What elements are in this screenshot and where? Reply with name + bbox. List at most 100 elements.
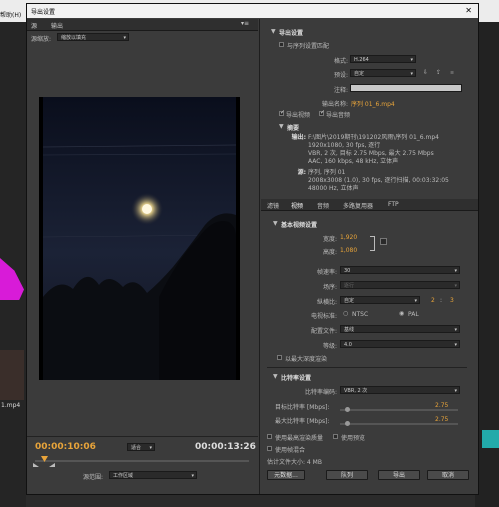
width-value[interactable]: 1,920: [340, 234, 357, 241]
height-value[interactable]: 1,080: [340, 247, 357, 254]
max-bitrate-handle[interactable]: [345, 421, 350, 426]
help-menu[interactable]: 帮助(H): [0, 10, 21, 19]
basic-video-collapse-icon[interactable]: ▼: [273, 220, 278, 227]
section-divider: [267, 367, 467, 368]
pal-radio[interactable]: ◉: [399, 310, 404, 317]
max-bitrate-slider[interactable]: [340, 423, 458, 425]
save-preset-icon[interactable]: ⇩: [423, 69, 428, 76]
tab-output[interactable]: 输出: [51, 21, 63, 30]
max-depth-label: 以最大深度渲染: [285, 356, 328, 363]
in-point-icon[interactable]: [33, 463, 39, 467]
export-video-label: 导出视频: [286, 112, 311, 119]
bitrate-encoding-value: VBR, 2 次: [344, 388, 368, 394]
current-timecode[interactable]: 00:00:10:06: [35, 442, 96, 452]
chevron-down-icon: ▾: [454, 327, 457, 333]
panel-menu-icon[interactable]: ▾≡: [241, 20, 249, 27]
source-tabs: 源 输出 ▾≡: [27, 19, 258, 31]
preset-dropdown[interactable]: 自定 ▾: [350, 69, 416, 77]
aspect-dropdown[interactable]: 自定 ▾: [340, 296, 420, 304]
profile-dropdown[interactable]: 基线 ▾: [340, 325, 460, 333]
field-order-label: 场序:: [322, 284, 337, 291]
tab-audio[interactable]: 音频: [317, 201, 329, 210]
delete-preset-icon[interactable]: ▪: [450, 69, 454, 76]
target-bitrate-handle[interactable]: [345, 407, 350, 412]
frame-blending-checkbox[interactable]: [267, 446, 272, 451]
chevron-down-icon: ▾: [410, 57, 413, 63]
tv-standard-label: 电视标准:: [310, 313, 337, 320]
source-scale-label: 源缩放:: [31, 36, 52, 43]
field-order-dropdown[interactable]: 逐行 ▾: [340, 281, 460, 289]
file-size-estimate: 估计文件大小: 4 MB: [267, 459, 322, 466]
comment-field[interactable]: [350, 84, 462, 92]
fit-dropdown[interactable]: 适合 ▾: [127, 443, 155, 451]
max-render-quality-checkbox[interactable]: [267, 434, 272, 439]
source-scale-dropdown[interactable]: 缩放以填充 ▾: [57, 33, 129, 41]
total-timecode: 00:00:13:26: [195, 442, 256, 452]
export-button[interactable]: 导出: [378, 470, 420, 480]
import-preset-icon[interactable]: ⇪: [436, 69, 441, 76]
field-order-value: 逐行: [344, 283, 355, 289]
comment-label: 注释:: [333, 87, 348, 94]
max-render-quality-label: 使用最高渲染质量: [275, 435, 324, 442]
aspect-numerator[interactable]: 2: [431, 297, 435, 304]
chevron-down-icon: ▾: [454, 268, 457, 274]
chevron-down-icon: ▾: [123, 35, 126, 41]
match-source-toggle[interactable]: [380, 238, 387, 245]
output-name-label: 输出名称:: [321, 101, 348, 108]
source-range-dropdown[interactable]: 工作区域 ▾: [109, 471, 197, 479]
source-scale-value: 缩放以填充: [61, 35, 87, 41]
export-video-checkbox[interactable]: [279, 109, 285, 116]
ntsc-radio[interactable]: ○: [343, 310, 348, 317]
out-point-icon[interactable]: [49, 463, 55, 467]
output-name-link[interactable]: 序列 01_6.mp4: [351, 99, 395, 108]
framerate-dropdown[interactable]: 30 ▾: [340, 266, 460, 274]
framerate-label: 帧速率:: [316, 269, 337, 276]
tab-ftp[interactable]: FTP: [388, 201, 399, 208]
max-bitrate-value[interactable]: 2.75: [435, 416, 448, 423]
match-sequence-checkbox[interactable]: [279, 42, 284, 47]
metadata-button[interactable]: 元数据...: [267, 470, 305, 480]
bitrate-collapse-icon[interactable]: ▼: [273, 373, 278, 380]
bitrate-encoding-dropdown[interactable]: VBR, 2 次 ▾: [340, 386, 460, 394]
close-icon[interactable]: ✕: [465, 6, 472, 15]
height-label: 高度:: [322, 249, 337, 256]
target-bitrate-slider[interactable]: [340, 409, 458, 411]
export-settings-collapse-icon[interactable]: ▼: [271, 28, 276, 35]
preset-label: 预设:: [333, 72, 348, 79]
level-dropdown[interactable]: 4.0 ▾: [340, 340, 460, 348]
export-settings-dialog: 导出设置 ✕ 源 输出 ▾≡ 源缩放: 缩放以填充 ▾ 00:00:10:06 …: [26, 3, 479, 495]
format-label: 格式:: [333, 58, 348, 65]
tab-multiplexer[interactable]: 多路复用器: [343, 201, 373, 210]
basic-video-title: 基本视频设置: [281, 222, 318, 229]
target-bitrate-label: 目标比特率 [Mbps]:: [275, 404, 330, 411]
tab-filters[interactable]: 滤镜: [267, 201, 279, 210]
background-thumbnail: [0, 350, 24, 400]
chevron-down-icon: ▾: [149, 445, 152, 451]
profile-label: 配置文件:: [310, 328, 337, 335]
use-preview-checkbox[interactable]: [333, 434, 338, 439]
aspect-denominator[interactable]: 3: [450, 297, 454, 304]
timeline-separator: [27, 436, 258, 437]
tab-video[interactable]: 视频: [291, 201, 303, 210]
settings-tabs: 滤镜 视频 音频 多路复用器 FTP: [261, 199, 478, 211]
timeline-track[interactable]: [35, 460, 249, 462]
bitrate-encoding-label: 比特率编码:: [304, 389, 337, 396]
preview-frame: [42, 97, 237, 380]
link-bracket: [370, 236, 375, 251]
chevron-down-icon: ▾: [454, 388, 457, 394]
pane-divider: [259, 19, 260, 494]
summary-source-line: 48000 Hz, 立体声: [308, 185, 359, 192]
bitrate-title: 比特率设置: [281, 375, 312, 382]
target-bitrate-value[interactable]: 2.75: [435, 402, 448, 409]
level-value: 4.0: [344, 342, 352, 348]
format-value: H.264: [354, 57, 369, 63]
tab-source[interactable]: 源: [31, 21, 37, 30]
format-dropdown[interactable]: H.264 ▾: [350, 55, 416, 63]
export-audio-checkbox[interactable]: [319, 109, 325, 116]
dialog-title: 导出设置: [31, 9, 56, 16]
max-depth-checkbox[interactable]: [277, 355, 282, 360]
cancel-button[interactable]: 取消: [427, 470, 469, 480]
queue-button[interactable]: 队列: [326, 470, 368, 480]
aspect-value: 自定: [344, 298, 355, 304]
summary-collapse-icon[interactable]: ▼: [279, 123, 284, 130]
